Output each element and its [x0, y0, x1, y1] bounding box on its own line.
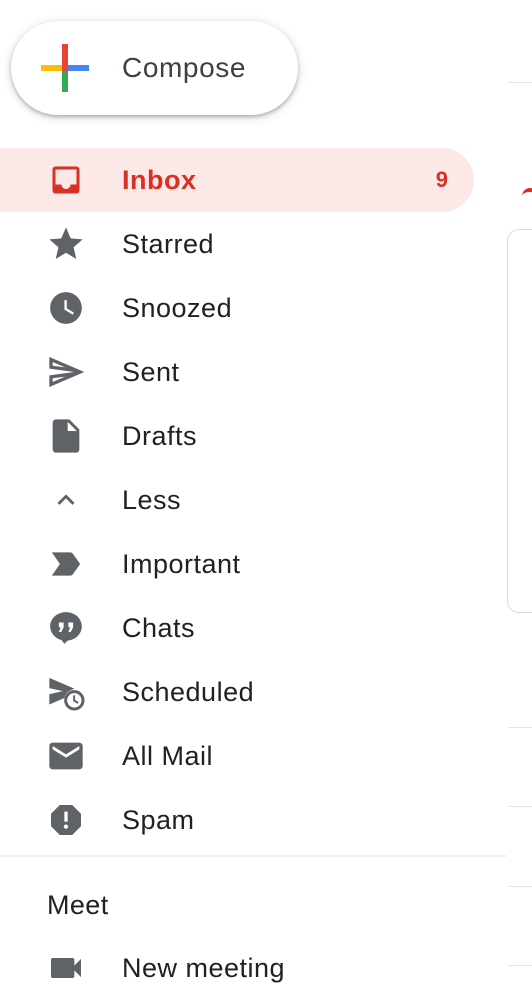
report-icon	[46, 802, 86, 838]
sidebar-item-sent[interactable]: Sent	[0, 340, 474, 404]
sidebar-item-label: Sent	[122, 357, 180, 387]
sidebar-item-label: Spam	[122, 805, 195, 835]
sidebar-item-label: New meeting	[122, 953, 286, 983]
main-content-edge-line	[508, 806, 532, 807]
unread-count-badge: 9	[435, 167, 448, 192]
sidebar-item-starred[interactable]: Starred	[0, 212, 474, 276]
sidebar-item-label: Chats	[122, 613, 196, 643]
sidebar-item-drafts[interactable]: Drafts	[0, 404, 474, 468]
draft-icon	[46, 418, 86, 454]
main-content-edge-line	[508, 965, 532, 966]
gmail-sidebar: Compose Inbox 9 Starred Snoozed Sent Dra…	[0, 0, 532, 1004]
sidebar-item-inbox[interactable]: Inbox 9	[0, 148, 474, 212]
sidebar-item-label: All Mail	[122, 741, 214, 771]
star-icon	[46, 226, 86, 262]
sidebar-item-all-mail[interactable]: All Mail	[0, 724, 474, 788]
sidebar-nav: Inbox 9 Starred Snoozed Sent Drafts Less…	[0, 148, 474, 852]
chat-quote-icon	[46, 610, 86, 646]
mail-icon	[46, 738, 86, 774]
sidebar-item-less[interactable]: Less	[0, 468, 474, 532]
main-content-edge-indicator	[522, 188, 532, 204]
section-divider	[0, 855, 506, 857]
sidebar-item-new-meeting[interactable]: New meeting	[0, 936, 474, 1000]
sidebar-item-label: Inbox	[122, 165, 197, 195]
sidebar-item-label: Important	[122, 549, 241, 579]
sidebar-item-important[interactable]: Important	[0, 532, 474, 596]
sidebar-item-label: Less	[122, 485, 182, 515]
sidebar-item-label: Drafts	[122, 421, 198, 451]
plus-icon	[41, 44, 89, 92]
sidebar-item-label: Snoozed	[122, 293, 233, 323]
scheduled-send-icon	[46, 674, 86, 711]
sidebar-item-chats[interactable]: Chats	[0, 596, 474, 660]
main-content-edge-line	[508, 727, 532, 728]
sidebar-item-label: Scheduled	[122, 677, 255, 707]
chevron-up-icon	[46, 482, 86, 518]
sidebar-item-snoozed[interactable]: Snoozed	[0, 276, 474, 340]
important-label-icon	[46, 546, 86, 582]
sidebar-item-spam[interactable]: Spam	[0, 788, 474, 852]
main-content-edge-line	[508, 886, 532, 887]
compose-label: Compose	[122, 52, 247, 83]
meet-section-heading: Meet	[47, 890, 109, 920]
compose-button[interactable]: Compose	[11, 21, 298, 115]
main-content-edge-card	[507, 229, 532, 613]
main-content-edge-line	[508, 82, 532, 83]
sidebar-item-scheduled[interactable]: Scheduled	[0, 660, 474, 724]
videocam-icon	[46, 950, 86, 986]
sidebar-item-label: Starred	[122, 229, 215, 259]
send-icon	[46, 354, 86, 390]
inbox-icon	[46, 162, 86, 198]
clock-icon	[46, 290, 86, 326]
